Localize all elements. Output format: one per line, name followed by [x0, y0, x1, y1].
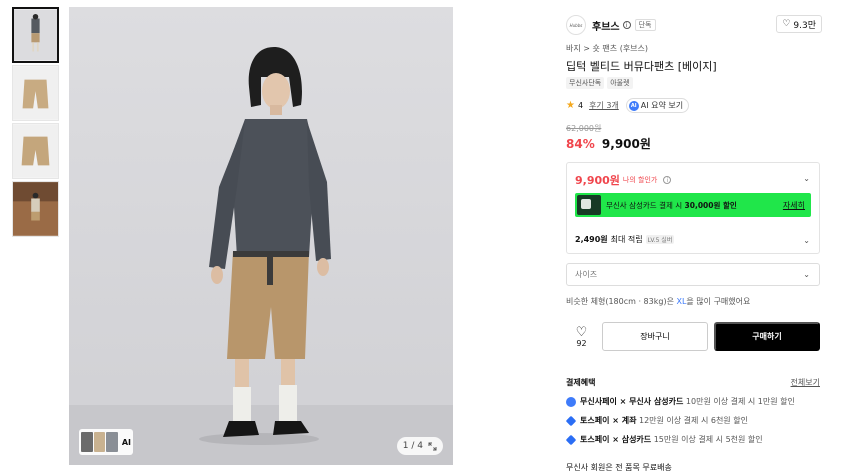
add-to-cart-button[interactable]: 장바구니	[602, 322, 708, 351]
points-row[interactable]: 2,490원 최대 적립 LV.5 실버	[575, 234, 675, 245]
heart-icon: ♡	[575, 324, 588, 340]
action-row: ♡ 92 장바구니 구매하기	[566, 322, 820, 351]
ai-summary-label: AI 요약 보기	[640, 101, 684, 110]
image-pager: 1 / 4	[396, 437, 443, 455]
brand-like-count: 9.3만	[793, 20, 816, 31]
heart-icon: ♡	[782, 19, 791, 29]
ai-summary-button[interactable]: AI AI 요약 보기	[625, 98, 690, 113]
ai-chip-thumb-1	[81, 432, 93, 452]
size-rec-size: XL	[676, 297, 687, 306]
points-label: 최대 적립	[610, 235, 643, 244]
size-rec-pre: 비슷한 체형(180cm · 83kg)은	[566, 297, 677, 306]
product-title: 딥턱 벨티드 버뮤다팬츠 [베이지]	[566, 60, 717, 73]
level-chip: LV.5 실버	[645, 235, 675, 244]
discount-rate: 84%	[566, 137, 595, 151]
chip-exclusive: 무신사단독	[566, 77, 605, 89]
promo-text: 무신사 삼성카드 결제 시 30,000원 할인	[606, 200, 737, 211]
info-icon[interactable]: i	[622, 21, 631, 29]
wish-count: 92	[576, 338, 587, 348]
ai-icon: AI	[628, 100, 639, 111]
benefit-item-text: 10만원 이상 결제 시 1만원 할인	[683, 397, 795, 406]
size-rec-post: 을 많이 구매했어요	[686, 297, 751, 306]
thumbnail-model-image	[14, 9, 57, 61]
benefit-item: 토스페이 × 계좌 12만원 이상 결제 시 6천원 할인	[565, 415, 748, 426]
toss-pay-icon	[565, 434, 577, 445]
promo-text-pre: 무신사 삼성카드 결제 시	[606, 200, 685, 210]
brand-logo[interactable]: Hubbs	[566, 15, 586, 35]
benefit-item-bold: 토스페이 × 삼성카드	[580, 435, 652, 444]
benefits-title: 결제혜택	[566, 378, 596, 387]
chevron-down-icon: ⌄	[803, 270, 810, 279]
expand-icon[interactable]	[428, 442, 437, 451]
shipping-info: 무신사 회원은 전 품목 무료배송	[566, 463, 672, 472]
ai-chip-label: AI	[121, 437, 131, 447]
thumbnail-4[interactable]	[12, 181, 59, 237]
benefit-item-text: 12만원 이상 결제 시 6천원 할인	[636, 416, 748, 425]
star-icon: ★	[566, 100, 575, 111]
breadcrumb-category[interactable]: 바지	[566, 44, 581, 53]
ai-chip-thumb-3	[106, 432, 118, 452]
rating-row: ★ 4 후기 3개 AI AI 요약 보기	[566, 98, 690, 113]
sale-price: 9,900원	[601, 137, 651, 151]
breadcrumb: 바지 > 숏 팬츠 (후브스)	[566, 43, 648, 54]
benefit-item: 토스페이 × 삼성카드 15만원 이상 결제 시 5천원 할인	[565, 434, 763, 445]
chip-outlet: 아울렛	[607, 77, 633, 89]
benefit-item-text: 15만원 이상 결제 시 5천원 할인	[651, 435, 763, 444]
thumbnail-2[interactable]	[12, 65, 59, 121]
breadcrumb-sub[interactable]: 숏 팬츠 (후브스)	[593, 44, 649, 53]
thumbnail-shorts-back-image	[13, 124, 58, 178]
product-chips: 무신사단독 아울렛	[566, 77, 633, 89]
info-icon[interactable]: i	[663, 176, 672, 184]
benefits-view-all-link[interactable]: 전체보기	[791, 377, 820, 388]
review-link[interactable]: 후기 3개	[589, 100, 619, 111]
brand-name[interactable]: 후브스	[592, 18, 620, 33]
payment-benefits-header: 결제혜택 전체보기	[566, 377, 820, 388]
benefit-item-bold: 무신사페이 × 무신사 삼성카드	[580, 397, 684, 406]
points-amount: 2,490원	[575, 235, 608, 244]
rating-score: 4	[577, 101, 584, 110]
thumbnail-list	[12, 7, 59, 239]
brand-like-button[interactable]: ♡ 9.3만	[776, 15, 822, 33]
thumbnail-3[interactable]	[12, 123, 59, 179]
chevron-right-icon: >	[583, 44, 590, 53]
thumbnail-lifestyle-image	[13, 182, 58, 236]
benefit-item: 무신사페이 × 무신사 삼성카드 10만원 이상 결제 시 1만원 할인	[566, 396, 795, 407]
toss-pay-icon	[565, 415, 577, 426]
wishlist-button[interactable]: ♡ 92	[566, 326, 597, 348]
my-price-row[interactable]: 9,900원 나의 할인가 i	[575, 172, 672, 188]
ai-style-chip[interactable]: AI	[79, 429, 133, 455]
promo-detail-link[interactable]: 자세히	[783, 200, 805, 211]
price-benefit-box: 9,900원 나의 할인가 i ⌄ 무신사 삼성카드 결제 시 30,000원 …	[566, 162, 820, 254]
chevron-down-icon[interactable]: ⌄	[803, 236, 810, 245]
my-price: 9,900원	[575, 174, 620, 187]
original-price: 62,000원	[566, 124, 602, 133]
size-placeholder: 사이즈	[575, 270, 598, 279]
chevron-down-icon[interactable]: ⌄	[803, 174, 810, 183]
model-photo	[69, 7, 453, 465]
thumbnail-shorts-front-image	[13, 66, 58, 120]
musinsa-pay-icon	[566, 396, 576, 407]
main-product-image: AI 1 / 4	[69, 7, 453, 465]
benefit-item-bold: 토스페이 × 계좌	[580, 416, 637, 425]
price-row: 84% 9,900원	[566, 135, 651, 152]
exclusive-tag: 단독	[634, 19, 656, 31]
size-select[interactable]: 사이즈 ⌄	[566, 263, 820, 286]
card-promo-banner[interactable]: 무신사 삼성카드 결제 시 30,000원 할인 자세히	[575, 193, 811, 217]
ai-chip-thumb-2	[93, 432, 106, 452]
my-price-label: 나의 할인가	[622, 176, 658, 184]
card-image-icon	[577, 195, 601, 215]
page-indicator: 1 / 4	[402, 441, 423, 451]
size-recommendation: 비슷한 체형(180cm · 83kg)은 XL을 많이 구매했어요	[566, 296, 750, 307]
thumbnail-1[interactable]	[12, 7, 59, 63]
promo-amount: 30,000원 할인	[684, 200, 737, 210]
buy-now-button[interactable]: 구매하기	[714, 322, 820, 351]
product-info-panel: Hubbs 후브스 i 단독 ♡ 9.3만 바지 > 숏 팬츠 (후브스) 딥턱…	[556, 7, 832, 476]
